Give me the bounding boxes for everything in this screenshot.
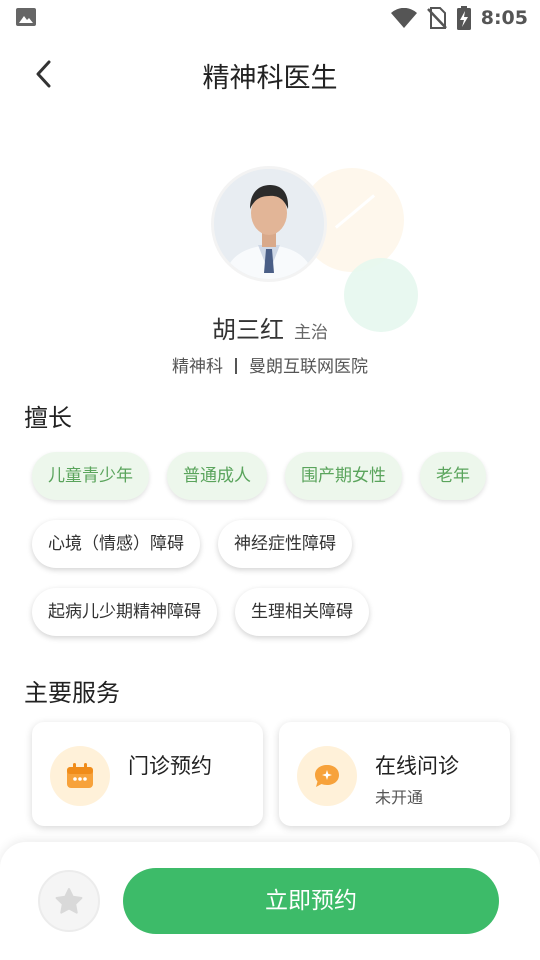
- service-text: 门诊预约: [128, 750, 212, 780]
- tag-group[interactable]: 普通成人: [167, 452, 267, 500]
- service-status: 未开通: [375, 788, 424, 807]
- department-row: 精神科 曼朗互联网医院: [0, 352, 540, 377]
- divider: [235, 358, 237, 374]
- status-bar: 8:05: [0, 0, 540, 36]
- favorite-button[interactable]: [38, 870, 100, 932]
- service-label: 在线问诊: [375, 754, 459, 778]
- page-title: 精神科医生: [202, 63, 338, 94]
- no-sim-icon: [426, 7, 447, 29]
- bottom-action-bar: 立即预约: [0, 842, 540, 960]
- service-card-appointment[interactable]: 门诊预约: [32, 722, 263, 826]
- tag-row: 起病儿少期精神障碍 生理相关障碍: [24, 588, 524, 636]
- tag-condition[interactable]: 起病儿少期精神障碍: [32, 588, 217, 636]
- service-card-online-consult[interactable]: 在线问诊 未开通: [279, 722, 510, 826]
- services-title: 主要服务: [24, 679, 120, 707]
- service-label: 门诊预约: [128, 754, 212, 778]
- tag-row: 心境（情感）障碍 神经症性障碍: [24, 520, 524, 568]
- app-header: 精神科医生: [0, 44, 540, 104]
- tag-condition[interactable]: 心境（情感）障碍: [32, 520, 200, 568]
- doctor-department: 精神科: [172, 357, 223, 377]
- wifi-icon: [390, 8, 417, 28]
- tag-group[interactable]: 围产期女性: [285, 452, 402, 500]
- chat-bubble-icon: [297, 746, 357, 806]
- tag-group[interactable]: 老年: [420, 452, 486, 500]
- calendar-icon: [50, 746, 110, 806]
- tag-condition[interactable]: 生理相关障碍: [235, 588, 369, 636]
- book-now-button[interactable]: 立即预约: [123, 868, 499, 934]
- service-text: 在线问诊 未开通: [375, 750, 459, 808]
- specialties-title: 擅长: [24, 404, 72, 432]
- doctor-name: 胡三红: [212, 316, 284, 344]
- tag-group[interactable]: 儿童青少年: [32, 452, 149, 500]
- specialty-tags: 儿童青少年 普通成人 围产期女性 老年 心境（情感）障碍 神经症性障碍 起病儿少…: [24, 452, 524, 656]
- star-icon: [55, 888, 83, 914]
- tag-row: 儿童青少年 普通成人 围产期女性 老年: [24, 452, 524, 500]
- status-time: 8:05: [480, 7, 528, 29]
- battery-charging-icon: [456, 6, 471, 30]
- services-list: 门诊预约 在线问诊 未开通: [32, 722, 510, 828]
- image-icon: [16, 8, 36, 26]
- doctor-rank: 主治: [294, 323, 328, 343]
- tag-condition[interactable]: 神经症性障碍: [218, 520, 352, 568]
- doctor-hospital: 曼朗互联网医院: [249, 357, 368, 377]
- doctor-avatar: [211, 166, 327, 282]
- doctor-profile: 胡三红 主治 精神科 曼朗互联网医院: [0, 160, 540, 390]
- name-row: 胡三红 主治: [0, 310, 540, 345]
